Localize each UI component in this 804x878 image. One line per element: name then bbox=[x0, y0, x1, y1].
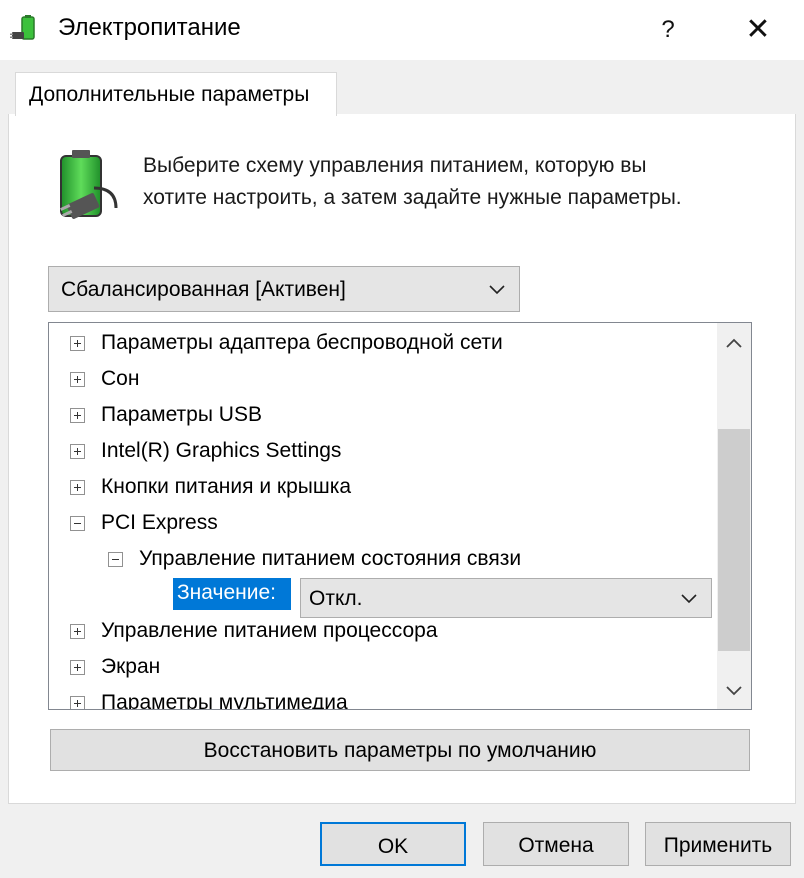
chevron-down-icon bbox=[681, 594, 697, 604]
tree-item-label: Экран bbox=[101, 655, 161, 678]
tree-item-label: Управление питанием состояния связи bbox=[139, 547, 522, 570]
expand-icon[interactable] bbox=[70, 372, 85, 387]
window-title: Электропитание bbox=[58, 14, 241, 41]
description-text: Выберите схему управления питанием, кото… bbox=[143, 150, 682, 214]
tree-item-label: Управление питанием процессора bbox=[101, 619, 438, 642]
power-plan-dropdown[interactable]: Сбалансированная [Активен] bbox=[48, 266, 520, 312]
vertical-scrollbar[interactable] bbox=[717, 323, 751, 709]
power-plan-selected: Сбалансированная [Активен] bbox=[61, 278, 346, 301]
tree-item-label: Сон bbox=[101, 367, 140, 390]
cancel-button[interactable]: Отмена bbox=[483, 822, 629, 866]
tree-item-label: Параметры мультимедиа bbox=[101, 691, 348, 710]
tree-item-label: Параметры USB bbox=[101, 403, 262, 426]
tab-advanced-settings[interactable]: Дополнительные параметры bbox=[15, 72, 337, 116]
expand-icon[interactable] bbox=[70, 480, 85, 495]
expand-icon[interactable] bbox=[70, 336, 85, 351]
power-options-icon bbox=[10, 15, 35, 40]
value-dropdown[interactable]: Откл. bbox=[300, 578, 712, 618]
title-bar: Электропитание ? ✕ bbox=[0, 0, 804, 60]
description-line-1: Выберите схему управления питанием, кото… bbox=[143, 154, 647, 177]
settings-tree[interactable]: Параметры адаптера беспроводной сети Сон… bbox=[48, 322, 752, 710]
expand-icon[interactable] bbox=[70, 444, 85, 459]
description-line-2: хотите настроить, а затем задайте нужные… bbox=[143, 186, 682, 209]
collapse-icon[interactable] bbox=[70, 516, 85, 531]
expand-icon[interactable] bbox=[70, 696, 85, 709]
expand-icon[interactable] bbox=[70, 660, 85, 675]
tree-item-label: Параметры адаптера беспроводной сети bbox=[101, 331, 503, 354]
help-button[interactable]: ? bbox=[638, 8, 698, 52]
value-label: Значение: bbox=[173, 578, 291, 610]
expand-icon[interactable] bbox=[70, 408, 85, 423]
battery-plug-icon bbox=[60, 150, 118, 219]
apply-button[interactable]: Применить bbox=[645, 822, 791, 866]
chevron-down-icon bbox=[489, 285, 505, 295]
tree-item-label: Intel(R) Graphics Settings bbox=[101, 439, 342, 462]
restore-defaults-button[interactable]: Восстановить параметры по умолчанию bbox=[50, 729, 750, 771]
ok-button[interactable]: OK bbox=[320, 822, 466, 866]
close-button[interactable]: ✕ bbox=[728, 8, 788, 52]
scroll-down-icon[interactable] bbox=[717, 673, 751, 707]
tree-item-label: Кнопки питания и крышка bbox=[101, 475, 352, 498]
value-selected: Откл. bbox=[309, 587, 363, 610]
scrollbar-thumb[interactable] bbox=[718, 429, 750, 651]
collapse-icon[interactable] bbox=[108, 552, 123, 567]
expand-icon[interactable] bbox=[70, 624, 85, 639]
tree-item-label: PCI Express bbox=[101, 511, 218, 534]
scroll-up-icon[interactable] bbox=[717, 327, 751, 361]
